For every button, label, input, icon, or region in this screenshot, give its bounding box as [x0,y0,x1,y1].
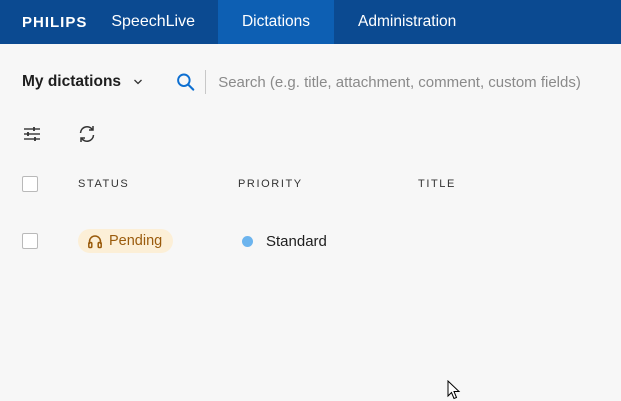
search-bar [176,70,621,94]
search-divider [205,70,207,94]
search-icon[interactable] [176,72,195,92]
table-row[interactable]: Pending Standard [0,228,621,254]
refresh-button[interactable] [77,123,97,145]
toolbar: My dictations [0,62,621,102]
search-input[interactable] [218,73,621,91]
mouse-cursor-icon [447,380,461,400]
select-all-checkbox[interactable] [22,176,38,192]
column-header-priority[interactable]: PRIORITY [238,174,303,194]
status-cell: Pending [78,228,174,254]
view-selector[interactable]: My dictations [22,73,143,91]
status-label: Pending [109,233,163,249]
priority-cell: Standard [242,228,327,254]
tab-administration[interactable]: Administration [334,0,480,44]
tab-dictations[interactable]: Dictations [217,0,335,44]
row-select-cell [22,228,38,254]
list-actions [22,123,97,145]
table-header: STATUS PRIORITY TITLE [0,174,621,194]
refresh-icon [79,126,95,142]
brand: PHILIPS SpeechLive [0,0,218,44]
filter-button[interactable] [22,123,42,145]
headphones-icon [88,235,102,249]
sliders-icon [24,127,40,141]
priority-dot [242,235,253,247]
top-navigation-bar: PHILIPS SpeechLive Dictations Administra… [0,0,621,44]
chevron-down-icon [134,79,143,85]
product-name[interactable]: SpeechLive [111,13,195,31]
select-all-cell [22,174,38,194]
column-header-title[interactable]: TITLE [418,174,456,194]
status-badge: Pending [78,229,174,253]
column-header-status[interactable]: STATUS [78,174,129,194]
priority-label: Standard [266,232,327,250]
philips-logo[interactable]: PHILIPS [22,14,87,31]
row-checkbox[interactable] [22,233,38,249]
view-selector-label: My dictations [22,73,122,90]
